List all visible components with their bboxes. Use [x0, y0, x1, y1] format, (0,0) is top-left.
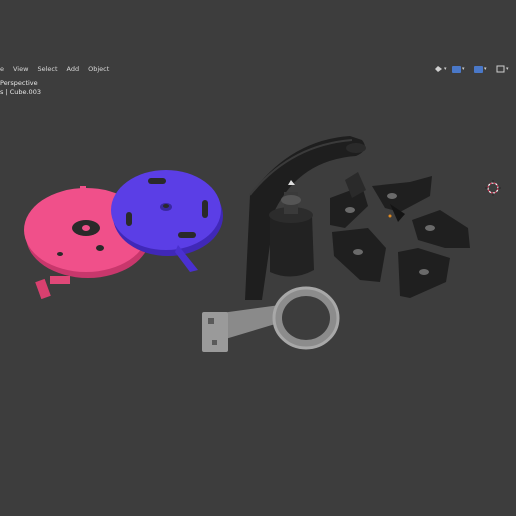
overlays-toggle-button[interactable]: ▾	[474, 64, 487, 74]
black-segment-5[interactable]	[398, 248, 450, 298]
menu-select[interactable]: Select	[37, 63, 57, 75]
gizmo-icon	[452, 65, 461, 73]
black-segment-3[interactable]	[412, 210, 470, 248]
3d-viewport[interactable]: e View Select Add Object Perspective s |…	[0, 0, 516, 516]
shading-icon	[496, 65, 505, 73]
grey-ring-clamp[interactable]	[202, 286, 340, 352]
visibility-toggle-button[interactable]: ▾	[434, 64, 447, 74]
gizmo-toggle-button[interactable]: ▾	[452, 64, 465, 74]
black-segment-2[interactable]	[372, 176, 432, 212]
chevron-down-icon: ▾	[462, 65, 465, 72]
3d-cursor-icon[interactable]	[485, 180, 501, 196]
menu-partial[interactable]: e	[0, 63, 4, 75]
black-segment-4[interactable]	[332, 228, 386, 282]
viewport-header-menu: e View Select Add Object	[0, 63, 109, 75]
chevron-down-icon: ▾	[506, 65, 509, 72]
menu-view[interactable]: View	[13, 63, 28, 75]
menu-object[interactable]: Object	[88, 63, 109, 75]
scene-render	[24, 136, 501, 352]
chevron-down-icon: ▾	[444, 65, 447, 72]
black-segment-1[interactable]	[330, 172, 368, 228]
shading-button[interactable]: ▾	[496, 64, 509, 74]
active-object-label: s | Cube.003	[0, 88, 41, 96]
overlays-icon	[474, 65, 483, 73]
chevron-down-icon: ▾	[484, 65, 487, 72]
menu-add[interactable]: Add	[67, 63, 80, 75]
view-name-label: Perspective	[0, 79, 38, 87]
visibility-toggle-icon	[435, 66, 442, 72]
